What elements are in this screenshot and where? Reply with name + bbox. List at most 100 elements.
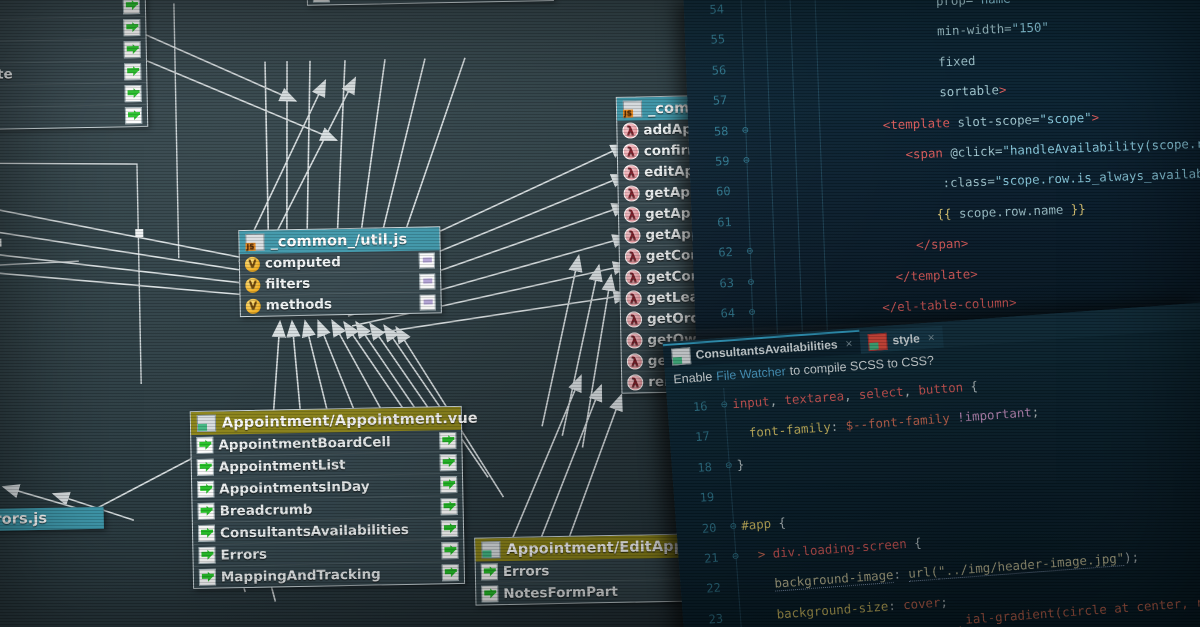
line-number: 56 <box>711 62 727 78</box>
vue-symbol-icon <box>245 298 261 314</box>
lambda-function-icon <box>625 290 642 307</box>
diagram-node-appointment-vue[interactable]: Appointment/Appointment.vue AppointmentB… <box>189 405 478 590</box>
vue-file-icon <box>196 414 217 432</box>
line-number: 61 <box>717 214 732 230</box>
vue-symbol-icon <box>245 277 261 293</box>
node-title: common_/Errors.js <box>0 510 48 530</box>
fold-gutter-icon[interactable]: ⊖ <box>737 115 754 146</box>
node-item-label: entsAutocomplete <box>0 65 13 85</box>
fold-gutter-icon[interactable] <box>733 24 749 25</box>
code-area-style[interactable]: 16 ⊖ input, textarea, select, button {17 fo… <box>666 355 1200 627</box>
export-arrow-icon <box>441 541 459 560</box>
line-number: 23 <box>708 611 724 627</box>
editor-pane-style[interactable]: ConsultantsAvailabilities × style × Enab… <box>662 302 1200 627</box>
line-number: 62 <box>718 245 734 260</box>
line-number: 55 <box>710 32 726 48</box>
node-item-label: Breadcrumb <box>219 501 313 520</box>
lambda-function-icon <box>622 143 639 160</box>
fold-gutter-icon[interactable]: ⊖ <box>738 145 755 176</box>
export-arrow-icon <box>440 475 458 494</box>
lambda-function-icon <box>624 248 641 265</box>
scss-file-icon <box>867 332 889 351</box>
line-number: 16 <box>692 399 708 415</box>
fold-gutter-icon[interactable] <box>740 206 756 207</box>
export-arrow-icon <box>440 519 459 538</box>
list-item[interactable]: MappingAndTracking <box>194 562 464 588</box>
vue-file-icon <box>671 346 692 366</box>
node-item-label: computed <box>264 254 341 272</box>
fold-gutter-icon[interactable]: ⊖ <box>743 297 760 328</box>
export-arrow-icon <box>124 84 142 103</box>
node-item-label: ConsultantsAvailabilities <box>219 521 409 542</box>
import-arrow-icon <box>197 502 215 520</box>
js-file-icon <box>622 100 643 118</box>
diagram-node-left-list[interactable]: tmentStatusList tantsAutocomplete Autoco… <box>0 0 149 133</box>
notification-prefix: Enable <box>672 369 713 387</box>
line-number: 57 <box>712 93 728 108</box>
line-number: 58 <box>713 123 729 139</box>
dependency-diagram-panel: tmentStatusList tantsAutocomplete Autoco… <box>0 0 795 627</box>
fold-gutter-icon[interactable] <box>736 84 752 85</box>
line-number: 54 <box>709 2 725 17</box>
diagram-node-errors-js[interactable]: common_/Errors.js <box>0 506 104 533</box>
lambda-function-icon <box>625 269 642 286</box>
export-arrow-icon <box>439 453 457 472</box>
lambda-function-icon <box>623 206 641 223</box>
import-arrow-icon <box>196 436 214 454</box>
import-arrow-icon <box>198 546 216 564</box>
export-arrow-icon <box>122 0 141 15</box>
usage-icon <box>419 273 436 290</box>
fold-gutter-icon[interactable] <box>735 54 751 55</box>
line-number: 17 <box>694 429 711 445</box>
node-item-label: moment <box>335 0 398 2</box>
fold-gutter-icon[interactable]: ⊖ <box>742 267 759 298</box>
node-item-label: AppointmentBoardCell <box>218 433 391 454</box>
monitor-photo: tmentStatusList tantsAutocomplete Autoco… <box>0 0 1200 627</box>
node-title: _common_/util.js <box>270 231 408 251</box>
node-item-label: AppointmentList <box>218 456 346 476</box>
node-item-label: filters <box>265 275 311 293</box>
lambda-function-icon <box>625 311 643 328</box>
lambda-function-icon <box>623 164 640 181</box>
export-arrow-icon <box>439 431 457 450</box>
line-number: 19 <box>699 490 715 506</box>
import-arrow-icon <box>312 0 330 3</box>
node-title: Appointment/Appointment.vue <box>221 410 478 431</box>
line-number: 63 <box>719 275 735 291</box>
node-item-label: Errors <box>502 562 550 580</box>
vue-symbol-icon <box>244 256 261 272</box>
line-number: 22 <box>705 580 722 597</box>
list-item[interactable]: methods <box>241 292 441 316</box>
close-icon[interactable]: × <box>927 330 935 344</box>
import-arrow-icon <box>198 568 217 586</box>
node-header[interactable]: common_/Errors.js <box>0 506 104 533</box>
line-number: 20 <box>701 520 717 536</box>
close-icon[interactable]: × <box>845 336 853 350</box>
export-arrow-icon <box>123 40 141 59</box>
line-number: 60 <box>715 184 731 199</box>
line-number: 59 <box>714 154 730 169</box>
file-watcher-link[interactable]: File Watcher <box>712 364 791 384</box>
export-arrow-icon <box>123 18 141 37</box>
line-number: 21 <box>703 550 720 566</box>
lambda-function-icon <box>624 227 641 244</box>
import-arrow-icon <box>196 458 214 476</box>
lambda-function-icon <box>626 332 643 349</box>
lambda-function-icon <box>623 185 640 202</box>
node-item-label: NotesFormPart <box>503 583 619 602</box>
vue-file-icon <box>481 541 501 559</box>
export-arrow-icon <box>441 563 460 582</box>
js-file-icon <box>245 233 265 251</box>
line-number: 18 <box>696 459 713 475</box>
lambda-function-icon <box>627 374 644 391</box>
usage-icon <box>419 294 436 311</box>
fold-gutter-icon[interactable]: ⊖ <box>741 236 758 267</box>
fold-gutter-icon[interactable] <box>731 601 747 602</box>
export-arrow-icon <box>124 62 142 81</box>
node-item-label: MappingAndTracking <box>220 565 381 586</box>
node-item-label: AppointmentsInDay <box>219 478 370 498</box>
diagram-node-util-js[interactable]: _common_/util.js computed filters method… <box>238 226 442 318</box>
lambda-function-icon <box>622 122 639 139</box>
usage-icon <box>418 252 436 269</box>
import-arrow-icon <box>197 524 216 542</box>
